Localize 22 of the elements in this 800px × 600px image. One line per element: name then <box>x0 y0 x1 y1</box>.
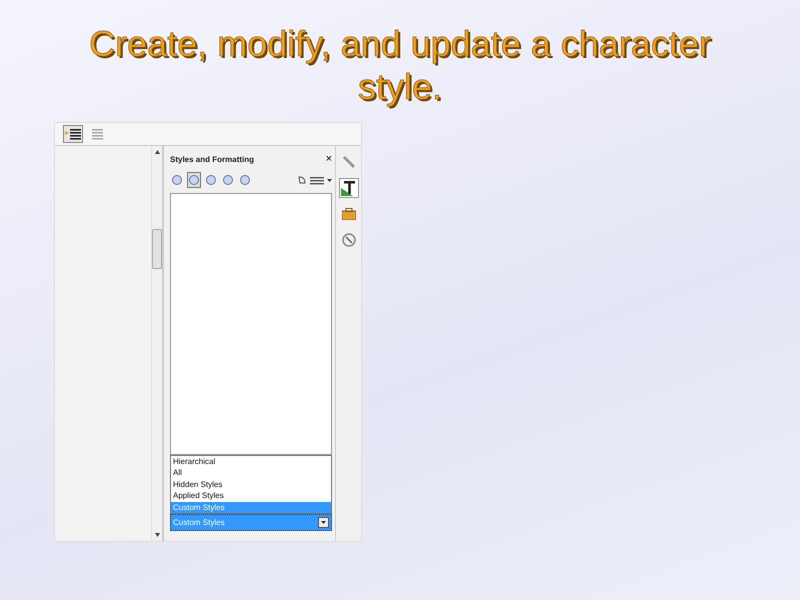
scroll-down-icon <box>154 533 160 538</box>
toolbar-button[interactable] <box>63 125 83 144</box>
sidebar-tab[interactable] <box>338 178 358 198</box>
text-style-icon <box>340 180 356 196</box>
close-button[interactable]: × <box>326 153 332 166</box>
style-category-icon <box>240 175 250 186</box>
paragraph-list-icon <box>310 176 324 185</box>
style-category-icon <box>223 175 233 186</box>
bulleted-list-icon <box>65 128 81 140</box>
scrollbar[interactable] <box>151 146 163 542</box>
caret-icon <box>327 178 332 182</box>
style-category-icon <box>206 175 216 186</box>
slide-title: Create, modify, and update a character style. <box>88 22 712 108</box>
caret-icon <box>321 521 326 524</box>
list-icon <box>89 128 105 140</box>
panel-title: Styles and Formatting <box>170 154 254 164</box>
style-category-icon <box>189 175 199 186</box>
briefcase-icon <box>342 208 356 220</box>
scrollbar-thumb[interactable] <box>152 228 162 269</box>
style-family-button[interactable] <box>187 172 201 188</box>
style-category-icon <box>172 175 182 186</box>
scroll-up-icon <box>154 150 160 154</box>
